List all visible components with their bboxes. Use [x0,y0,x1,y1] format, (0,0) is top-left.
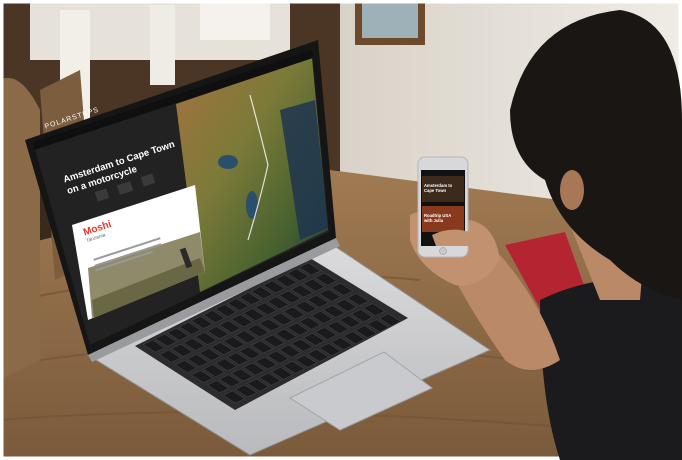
phone-card-2-text: Roadtrip USA with Julia [424,213,451,223]
phone-card-2-line2: with Julia [424,218,444,223]
phone-card-1-text: Amsterdam to Cape Town [424,183,452,193]
home-button-icon [439,247,447,255]
photo: POLARSTEPS Amsterdam to Cape Town on a m… [0,0,682,460]
phone-card-1-line2: Cape Town [424,188,447,193]
phone [417,156,472,258]
